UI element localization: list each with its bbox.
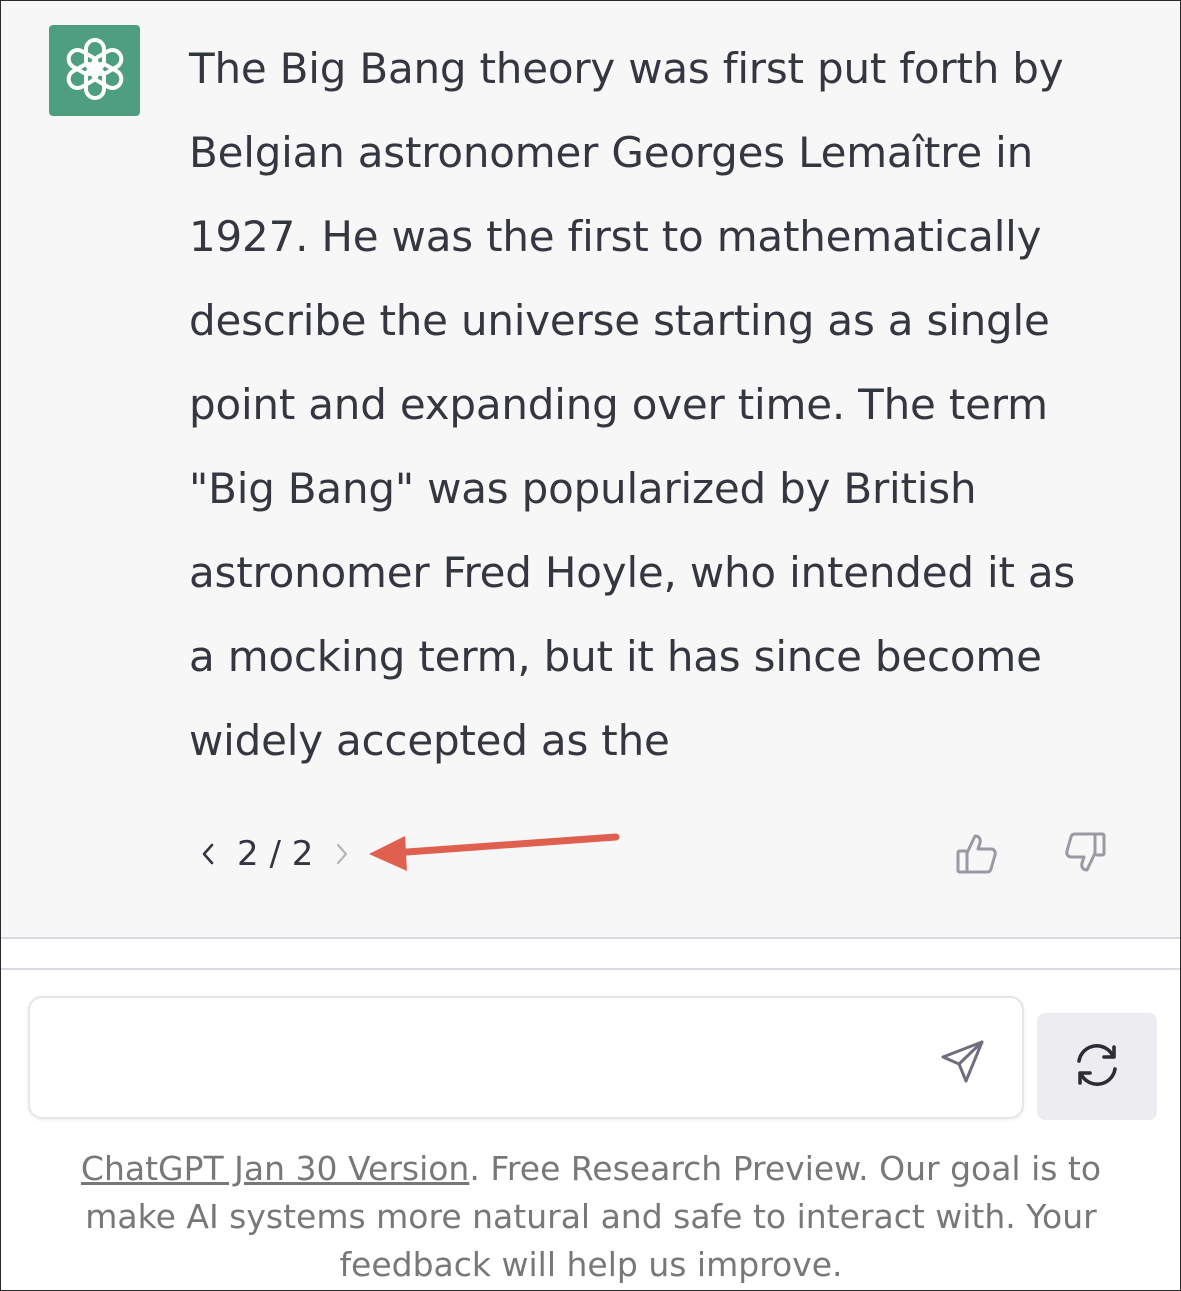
message-line: "Big Bang" was popularized by British — [189, 464, 977, 513]
assistant-avatar — [49, 25, 140, 116]
message-line: describe the universe starting as a sing… — [189, 296, 1050, 345]
message-line: astronomer Fred Hoyle, who intended it a… — [189, 548, 1076, 597]
assistant-message: The Big Bang theory was first put forth … — [1, 1, 1180, 939]
openai-logo-icon — [61, 35, 129, 107]
message-line: 1927. He was the first to mathematically — [189, 212, 1042, 261]
footer-disclaimer: ChatGPT Jan 30 Version. Free Research Pr… — [31, 1145, 1151, 1289]
message-composer — [28, 996, 1024, 1119]
annotation-arrow-icon — [369, 833, 620, 871]
message-line: The Big Bang theory was first put forth … — [189, 44, 1064, 93]
refresh-icon — [1071, 1039, 1123, 1095]
thumbs-up-icon[interactable] — [951, 827, 1003, 879]
message-text: The Big Bang theory was first put forth … — [189, 27, 1129, 783]
message-line: point and expanding over time. The term — [189, 380, 1048, 429]
chat-window: The Big Bang theory was first put forth … — [0, 0, 1181, 1291]
response-count: 2 / 2 — [237, 834, 314, 874]
response-pager: 2 / 2 — [191, 829, 359, 879]
chevron-right-icon[interactable] — [325, 829, 359, 879]
message-line: widely accepted as the — [189, 716, 670, 765]
divider — [1, 968, 1180, 970]
message-line: Belgian astronomer Georges Lemaître in — [189, 128, 1034, 177]
send-icon[interactable] — [938, 1036, 988, 1086]
version-link[interactable]: ChatGPT Jan 30 Version — [81, 1149, 469, 1188]
message-input[interactable] — [50, 1028, 930, 1088]
thumbs-down-icon[interactable] — [1059, 827, 1111, 879]
chevron-left-icon[interactable] — [191, 829, 225, 879]
regenerate-button[interactable] — [1037, 1013, 1157, 1120]
message-line: a mocking term, but it has since become — [189, 632, 1042, 681]
